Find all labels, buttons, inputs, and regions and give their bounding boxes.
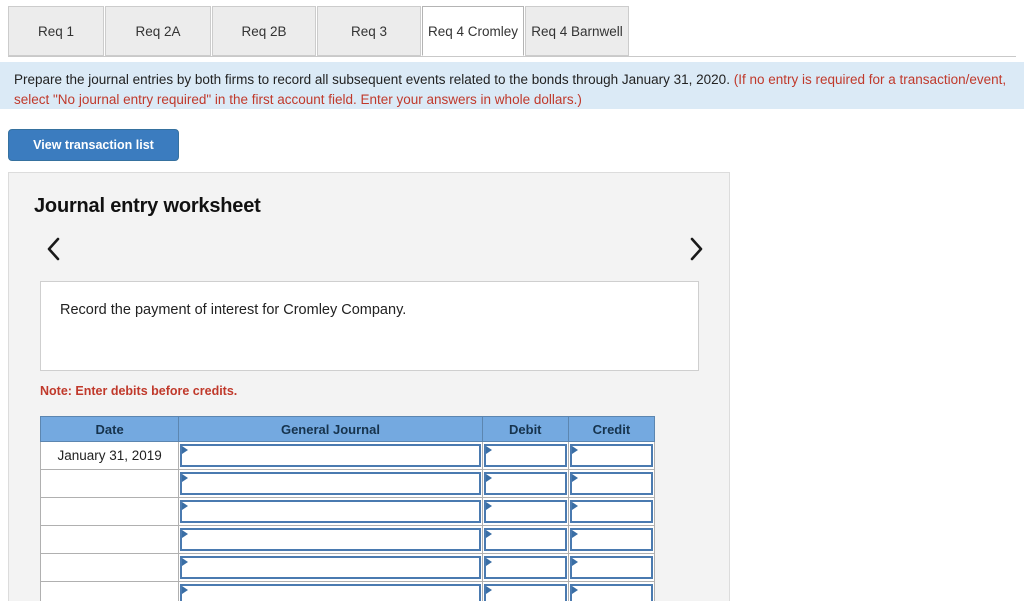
debit-input[interactable] [483,528,567,551]
cell-date [39,581,180,601]
cell-general-journal [178,553,483,582]
input-wrapper-debit [483,499,568,524]
cell-credit [567,525,656,554]
table-row: January 31, 2019 [39,441,656,470]
tab-req-2a[interactable]: Req 2A [105,6,211,56]
cell-credit [567,441,656,470]
credit-input[interactable] [569,584,653,601]
transaction-prompt-box: Record the payment of interest for Croml… [40,281,699,371]
credit-input[interactable] [569,556,653,579]
input-wrapper-debit [483,471,568,496]
cell-debit [481,469,569,498]
general-journal-input[interactable] [180,556,481,579]
journal-table-head: Date General Journal Debit Credit [39,416,656,442]
journal-table-header-row: Date General Journal Debit Credit [39,416,656,442]
debit-input[interactable] [483,584,567,601]
tab-req-2b[interactable]: Req 2B [212,6,316,56]
cell-debit [481,525,569,554]
table-row [39,581,656,601]
tab-req-3[interactable]: Req 3 [317,6,421,56]
cell-date [39,525,180,554]
cell-debit [481,581,569,601]
requirement-tab-bar: Req 1 Req 2A Req 2B Req 3 Req 4 Cromley Req 4… [0,0,1024,58]
general-journal-input[interactable] [180,528,481,551]
general-journal-input[interactable] [180,500,481,523]
tab-req-1[interactable]: Req 1 [8,6,104,56]
cell-general-journal [178,525,483,554]
cell-credit [567,497,656,526]
input-wrapper-debit [483,583,568,601]
input-wrapper-general-journal [179,555,481,580]
cell-date: January 31, 2019 [39,441,180,470]
cell-credit [567,581,656,601]
debit-input[interactable] [483,444,567,467]
debit-input[interactable] [483,500,567,523]
column-header-credit: Credit [567,416,656,442]
page-title: Journal entry worksheet [34,195,261,217]
input-wrapper-credit [569,555,654,580]
input-wrapper-credit [569,527,654,552]
journal-entry-worksheet-panel: Journal entry worksheet 123456 Record th… [8,172,730,601]
cell-date [39,469,180,498]
input-wrapper-debit [483,527,568,552]
cell-debit [481,441,569,470]
general-journal-input[interactable] [180,584,481,601]
worksheet-pager: 123456 [9,235,729,330]
debit-input[interactable] [483,556,567,579]
debits-before-credits-note: Note: Enter debits before credits. [40,384,238,398]
input-wrapper-general-journal [179,499,481,524]
input-wrapper-credit [569,583,654,601]
cell-debit [481,497,569,526]
input-wrapper-general-journal [179,583,481,601]
cell-credit [567,553,656,582]
input-wrapper-credit [569,443,654,468]
credit-input[interactable] [569,528,653,551]
general-journal-input[interactable] [180,444,481,467]
instructions-black-text: Prepare the journal entries by both firm… [14,72,730,87]
journal-entry-table: Date General Journal Debit Credit Januar… [39,416,656,601]
credit-input[interactable] [569,472,653,495]
view-transaction-list-button[interactable]: View transaction list [8,129,179,161]
journal-table-body: January 31, 2019 [39,441,656,601]
cell-general-journal [178,497,483,526]
transaction-prompt-text: Record the payment of interest for Croml… [60,302,407,318]
column-header-debit: Debit [481,416,569,442]
column-header-date: Date [39,416,180,442]
debit-input[interactable] [483,472,567,495]
input-wrapper-debit [483,555,568,580]
column-header-general-journal: General Journal [178,416,483,442]
table-row [39,553,656,582]
table-row [39,525,656,554]
tab-bar-baseline [8,56,1016,57]
cell-general-journal [178,469,483,498]
credit-input[interactable] [569,444,653,467]
tab-req-4-barnwell[interactable]: Req 4 Barnwell [525,6,629,56]
table-row [39,469,656,498]
cell-general-journal [178,441,483,470]
general-journal-input[interactable] [180,472,481,495]
tab-req-4-cromley[interactable]: Req 4 Cromley [422,6,524,56]
cell-date [39,553,180,582]
input-wrapper-credit [569,471,654,496]
cell-date [39,497,180,526]
cell-general-journal [178,581,483,601]
instructions-banner: Prepare the journal entries by both firm… [0,62,1024,109]
cell-debit [481,553,569,582]
credit-input[interactable] [569,500,653,523]
cell-credit [567,469,656,498]
input-wrapper-general-journal [179,471,481,496]
input-wrapper-credit [569,499,654,524]
table-row [39,497,656,526]
input-wrapper-debit [483,443,568,468]
input-wrapper-general-journal [179,443,481,468]
input-wrapper-general-journal [179,527,481,552]
